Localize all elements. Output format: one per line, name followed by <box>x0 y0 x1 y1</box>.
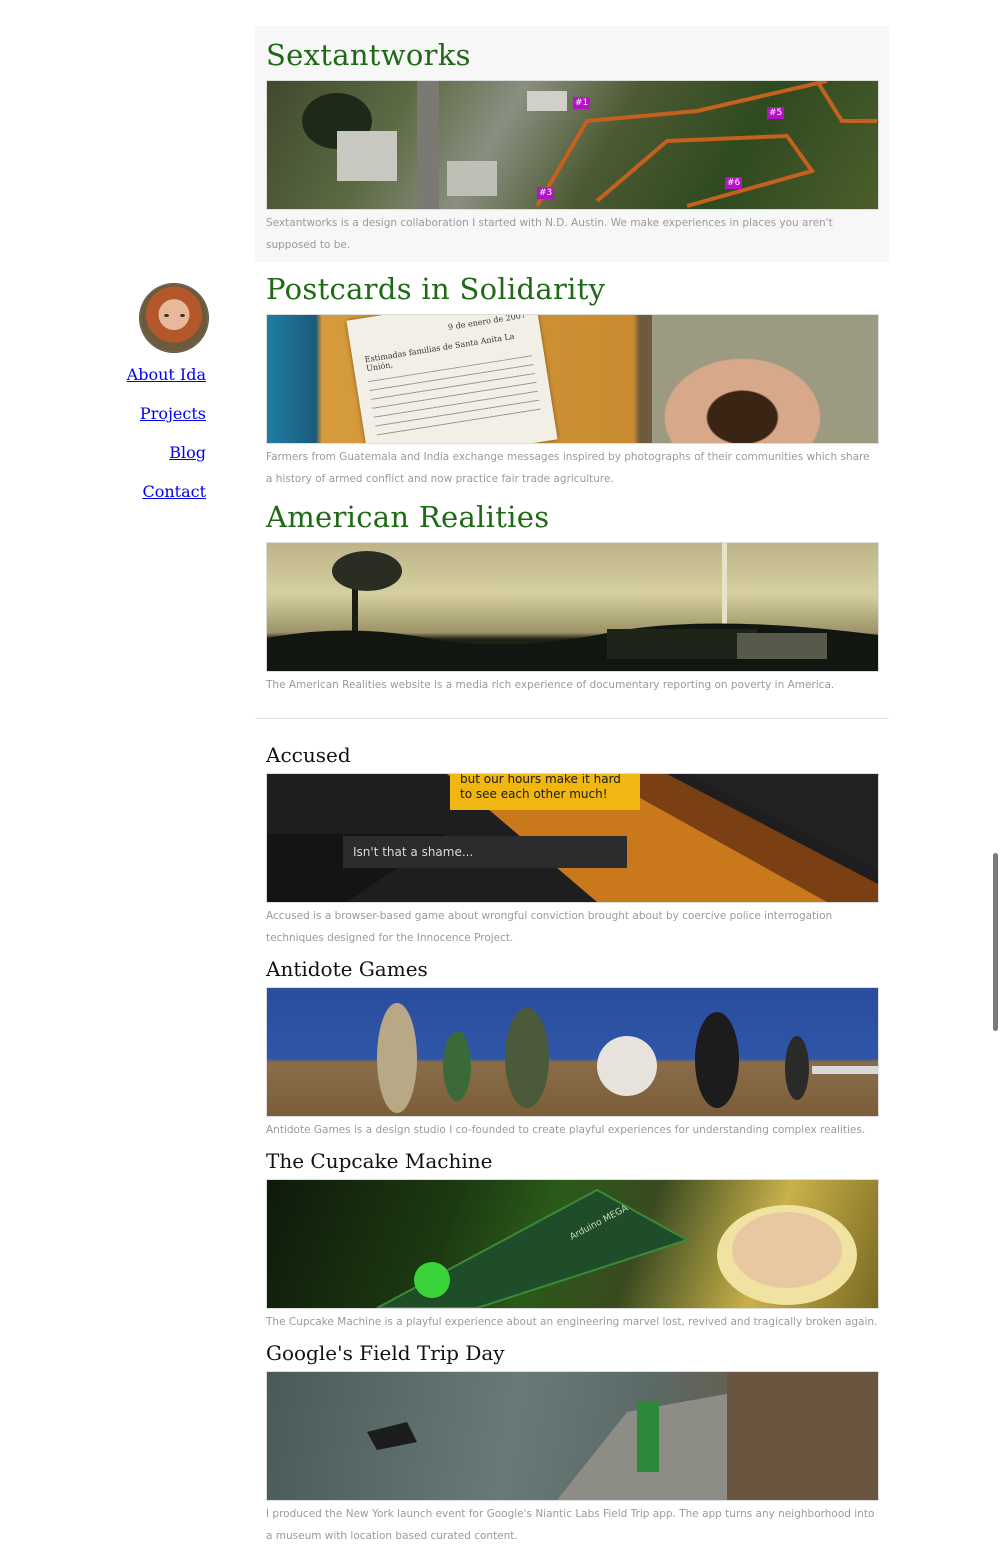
project-card-cupcake-machine[interactable]: The Cupcake Machine Arduino MEGA The Cup… <box>255 1149 889 1333</box>
project-card-postcards[interactable]: Postcards in Solidarity 9 de enero de 20… <box>255 272 889 490</box>
project-description: Sextantworks is a design collaboration I… <box>266 217 833 251</box>
section-divider <box>255 718 889 719</box>
project-image[interactable]: 9 de enero de 2007 Estimadas familias de… <box>266 314 879 444</box>
nav-about-ida[interactable]: About Ida <box>110 365 206 384</box>
coffee-hands-photo <box>652 315 878 443</box>
letter-paper: 9 de enero de 2007 Estimadas familias de… <box>346 315 558 443</box>
map-marker: #1 <box>573 97 591 109</box>
project-title[interactable]: Postcards in Solidarity <box>266 272 878 306</box>
project-card-accused[interactable]: Accused but our hours make it hard to se… <box>255 743 889 949</box>
dialog-speech-bubble: but our hours make it hard to see each o… <box>450 774 640 810</box>
project-image[interactable]: but our hours make it hard to see each o… <box>266 773 879 903</box>
map-marker: #6 <box>725 177 743 189</box>
nav-projects[interactable]: Projects <box>110 404 206 423</box>
project-image[interactable] <box>266 1371 879 1501</box>
project-title[interactable]: The Cupcake Machine <box>266 1149 878 1173</box>
project-title[interactable]: Antidote Games <box>266 957 878 981</box>
boat-water-graphic <box>367 1372 878 1500</box>
project-card-american-realities[interactable]: American Realities The American Realitie… <box>255 500 889 696</box>
project-image[interactable] <box>266 542 879 672</box>
project-title[interactable]: Google's Field Trip Day <box>266 1341 878 1365</box>
project-description: Farmers from Guatemala and India exchang… <box>266 451 870 485</box>
project-description: The Cupcake Machine is a playful experie… <box>266 1316 878 1328</box>
map-marker: #5 <box>767 107 785 119</box>
project-description: Accused is a browser-based game about wr… <box>266 910 833 944</box>
project-card-field-trip[interactable]: Google's Field Trip Day I produced the N… <box>255 1341 889 1547</box>
project-image[interactable] <box>266 987 879 1117</box>
nav-contact[interactable]: Contact <box>110 482 206 501</box>
project-description: I produced the New York launch event for… <box>266 1508 875 1542</box>
project-description: Antidote Games is a design studio I co-f… <box>266 1124 866 1136</box>
scrollbar-thumb[interactable] <box>993 853 998 1031</box>
dialog-reply-box: Isn't that a shame... <box>343 836 627 868</box>
project-list: Sextantworks #1 #3 #5 #6 Sextantworks is… <box>255 26 889 1547</box>
project-card-antidote-games[interactable]: Antidote Games Antidote Games is a desig… <box>255 957 889 1141</box>
map-marker: #3 <box>537 187 555 199</box>
avatar-eye <box>164 314 169 317</box>
project-image[interactable]: #1 #3 #5 #6 <box>266 80 879 210</box>
project-card-sextantworks[interactable]: Sextantworks #1 #3 #5 #6 Sextantworks is… <box>255 26 889 262</box>
project-title[interactable]: Accused <box>266 743 878 767</box>
circuit-board-cupcake-graphic <box>376 1188 857 1308</box>
project-description: The American Realities website is a medi… <box>266 679 835 691</box>
project-title[interactable]: American Realities <box>266 500 878 534</box>
water-tower-landscape-graphic <box>267 543 878 671</box>
gym-players-graphic <box>377 1003 878 1113</box>
avatar-eye <box>180 314 185 317</box>
project-image[interactable]: Arduino MEGA <box>266 1179 879 1309</box>
avatar <box>140 284 208 352</box>
project-title[interactable]: Sextantworks <box>266 38 878 72</box>
nav-blog[interactable]: Blog <box>110 443 206 462</box>
